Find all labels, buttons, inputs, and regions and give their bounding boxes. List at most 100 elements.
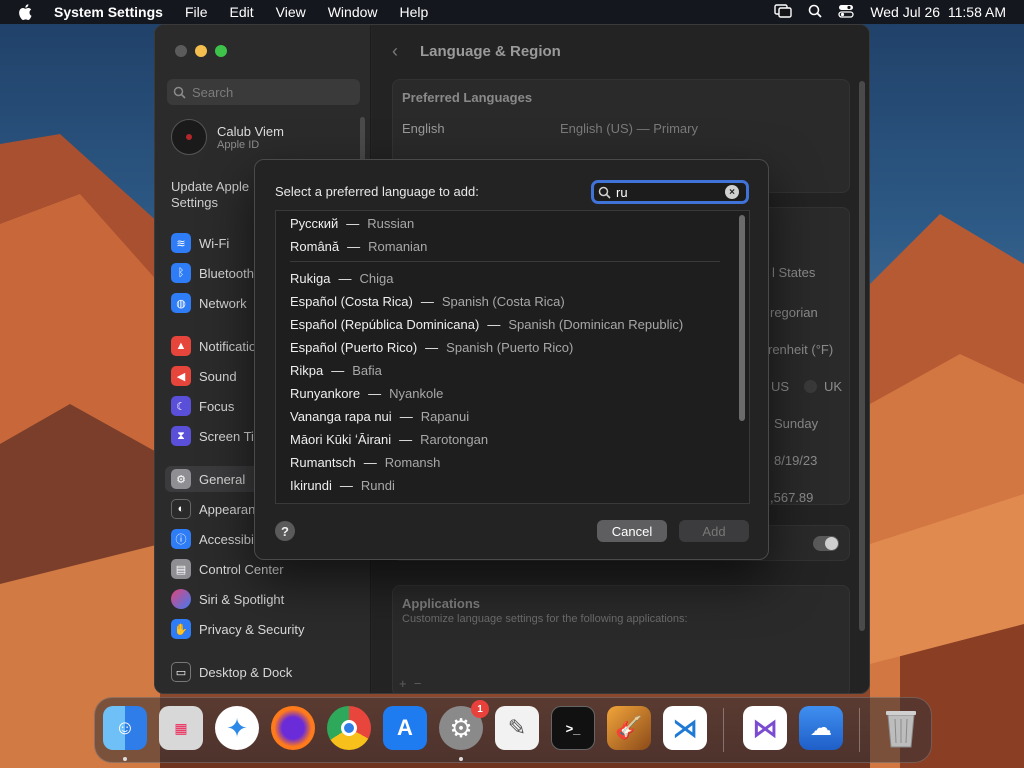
update-apple-settings[interactable]: Update Apple Settings: [171, 179, 261, 211]
system-settings-icon[interactable]: ⚙ 1: [439, 700, 489, 750]
menu-view[interactable]: View: [276, 4, 306, 20]
account-name: Calub Viem: [217, 123, 284, 139]
applications-desc: Customize language settings for the foll…: [402, 613, 688, 625]
list-item[interactable]: Rumantsch — Romansh: [290, 452, 440, 472]
menu-help[interactable]: Help: [400, 4, 429, 20]
add-button[interactable]: Add: [679, 520, 749, 542]
sidebar-item-network[interactable]: ◍ Network: [171, 290, 247, 316]
menu-window[interactable]: Window: [328, 4, 378, 20]
menu-edit[interactable]: Edit: [230, 4, 254, 20]
list-item[interactable]: Español (Costa Rica) — Spanish (Costa Rica…: [290, 291, 565, 311]
sidebar-item-label: Wi-Fi: [199, 235, 230, 251]
gear-icon: ⚙: [171, 469, 191, 489]
speaker-icon: ◀: [171, 366, 191, 386]
chrome-icon[interactable]: [327, 706, 371, 750]
add-remove-buttons[interactable]: + −: [399, 676, 421, 691]
sidebar-item-sound[interactable]: ◀ Sound: [171, 363, 237, 389]
number-format-value[interactable]: ,567.89: [770, 490, 813, 505]
close-button[interactable]: [175, 45, 187, 57]
list-item[interactable]: Rikpa — Bafia: [290, 360, 382, 380]
calendar-value[interactable]: regorian: [770, 305, 818, 320]
garageband-icon[interactable]: 🎸: [607, 706, 651, 750]
terminal-icon[interactable]: >_: [551, 706, 595, 750]
sidebar-item-label: Siri & Spotlight: [199, 591, 285, 607]
list-item[interactable]: Runyankore — Nyankole: [290, 383, 443, 403]
finder-icon[interactable]: ☺: [103, 706, 147, 750]
sidebar-item-desktop-dock[interactable]: ▭ Desktop & Dock: [171, 659, 292, 685]
toggle-switch[interactable]: [813, 536, 839, 551]
clear-search-icon[interactable]: ×: [725, 185, 739, 199]
sidebar-item-focus[interactable]: ☾ Focus: [171, 393, 234, 419]
menu-app-name[interactable]: System Settings: [54, 4, 163, 20]
running-indicator: [459, 757, 463, 761]
control-center-menu-icon[interactable]: [838, 4, 854, 21]
wifi-icon: ≋: [171, 233, 191, 253]
list-item[interactable]: Ikirundi — Rundi: [290, 475, 395, 495]
list-item[interactable]: Rukiga — Chiga: [290, 268, 393, 288]
sidebar-item-privacy-security[interactable]: ✋ Privacy & Security: [171, 616, 304, 642]
measurement-uk-radio[interactable]: [804, 380, 817, 393]
list-item[interactable]: Español (República Dominicana) — Spanish (…: [290, 314, 683, 334]
menu-bar: System Settings File Edit View Window He…: [0, 0, 1024, 24]
sidebar-item-label: General: [199, 471, 246, 487]
visual-studio-icon[interactable]: ⋈: [743, 706, 787, 750]
sidebar-item-label: Privacy & Security: [199, 621, 305, 637]
firefox-icon[interactable]: [271, 706, 315, 750]
vscode-icon[interactable]: ⋊: [663, 706, 707, 750]
first-day-value[interactable]: Sunday: [774, 416, 818, 431]
textedit-icon[interactable]: ✎: [495, 706, 539, 750]
language-list[interactable]: Русский — Russian Română — Romanian Rukiga — C…: [275, 210, 750, 504]
language-search-input[interactable]: [616, 184, 720, 200]
launchpad-icon[interactable]: ▦: [159, 706, 203, 750]
list-item[interactable]: Русский — Russian: [290, 213, 414, 233]
sidebar-search-field[interactable]: Search: [167, 79, 360, 105]
sidebar-item-siri-spotlight[interactable]: Siri & Spotlight: [171, 586, 284, 612]
list-item[interactable]: Māori Kūki ʻĀirani — Rarotongan: [290, 429, 488, 449]
list-item[interactable]: Română — Romanian: [290, 236, 427, 256]
search-icon: [173, 86, 186, 99]
bell-icon: ▲: [171, 336, 191, 356]
sidebar-search-placeholder: Search: [192, 84, 234, 100]
safari-icon[interactable]: ✦: [215, 706, 259, 750]
sidebar-item-wifi[interactable]: ≋ Wi-Fi: [171, 230, 229, 256]
dock-divider: [723, 708, 724, 752]
sidebar-item-label: Control Center: [199, 561, 284, 577]
date-format-value[interactable]: 8/19/23: [774, 453, 817, 468]
sidebar-item-bluetooth[interactable]: ᛒ Bluetooth: [171, 260, 254, 286]
language-name: English: [402, 121, 445, 136]
app-store-icon[interactable]: A: [383, 706, 427, 750]
menu-file[interactable]: File: [185, 4, 208, 20]
measurement-us[interactable]: US: [771, 379, 789, 394]
dock: ☺ ▦ ✦ A ⚙ 1 ✎ >_ 🎸 ⋊ ⋈ ☁: [94, 697, 932, 763]
language-search-field[interactable]: ×: [591, 180, 749, 204]
accessibility-icon: ⓘ: [171, 529, 191, 549]
language-list-scrollbar[interactable]: [739, 215, 745, 421]
hand-icon: ✋: [171, 619, 191, 639]
menu-clock[interactable]: Wed Jul 26 11:58 AM: [870, 4, 1006, 20]
temperature-value[interactable]: renheit (°F): [768, 342, 833, 357]
list-separator: [290, 261, 720, 262]
weather-icon[interactable]: ☁: [799, 706, 843, 750]
sidebar-item-label: Bluetooth: [199, 265, 254, 281]
sidebar-scrollbar[interactable]: [360, 117, 365, 165]
list-item[interactable]: Español (Puerto Rico) — Spanish (Puerto Ri…: [290, 337, 573, 357]
apple-menu-icon[interactable]: [18, 4, 38, 20]
preferred-languages-header: Preferred Languages: [402, 90, 533, 105]
help-button[interactable]: ?: [275, 521, 295, 541]
avatar: [171, 119, 207, 155]
screen-mirroring-icon[interactable]: [774, 3, 793, 21]
trash-icon[interactable]: [879, 706, 923, 750]
spotlight-search-icon[interactable]: [808, 4, 822, 21]
region-value[interactable]: l States: [772, 265, 815, 280]
cancel-button[interactable]: Cancel: [597, 520, 667, 542]
back-chevron-icon[interactable]: ‹: [392, 41, 398, 62]
window-controls: [175, 45, 227, 57]
measurement-uk[interactable]: UK: [824, 379, 842, 394]
list-item[interactable]: Vananga rapa nui — Rapanui: [290, 406, 469, 426]
minimize-button[interactable]: [195, 45, 207, 57]
apple-id-account[interactable]: Calub Viem Apple ID: [171, 119, 284, 155]
sidebar-item-label: Focus: [199, 398, 235, 414]
zoom-button[interactable]: [215, 45, 227, 57]
sidebar-item-label: Network: [199, 295, 247, 311]
main-scrollbar[interactable]: [859, 81, 865, 631]
